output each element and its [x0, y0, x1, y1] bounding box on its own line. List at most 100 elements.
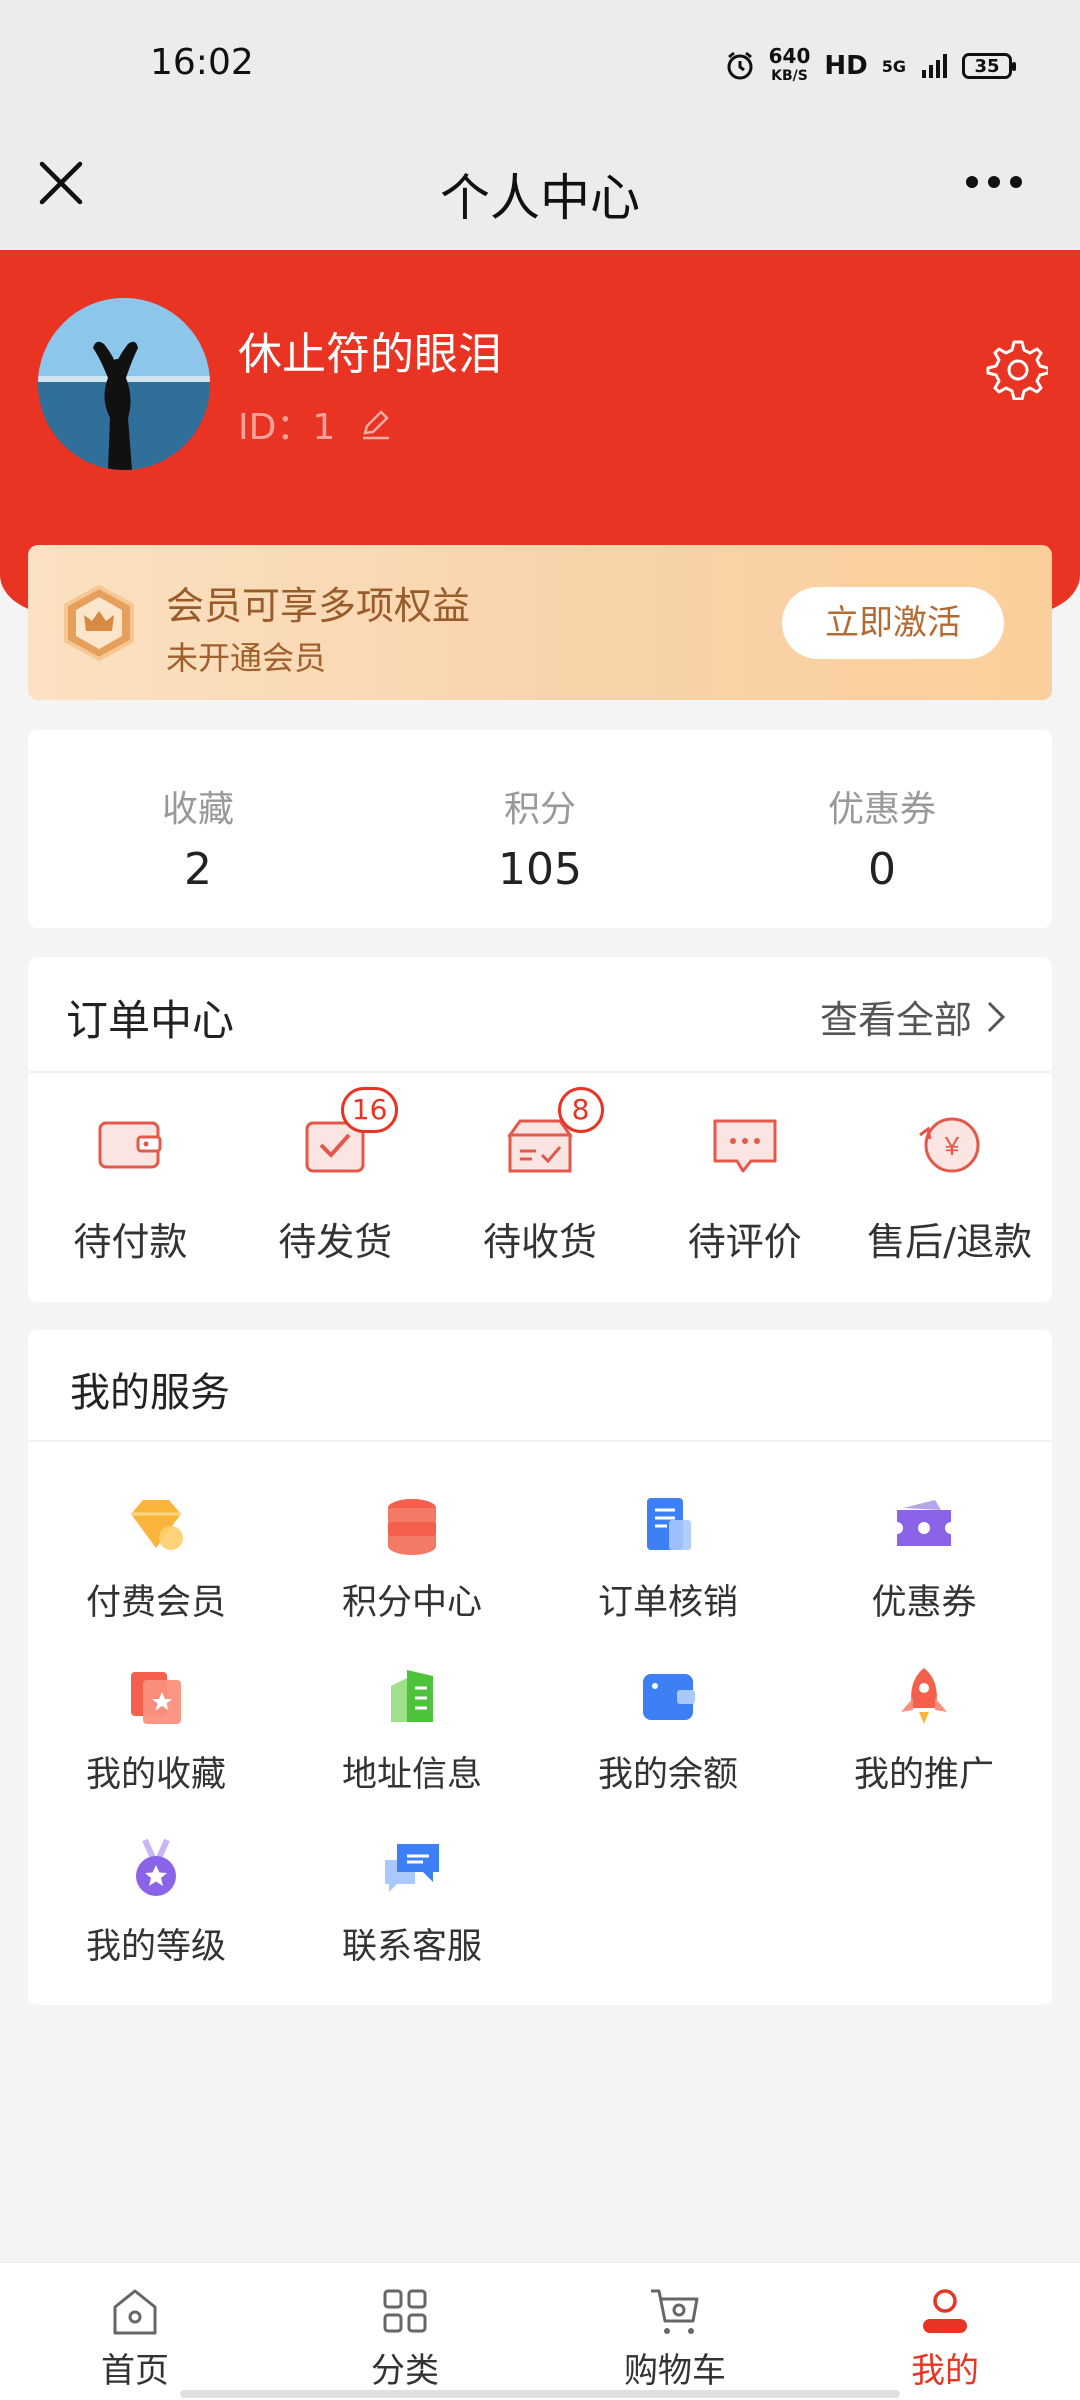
order-item-label: 待付款: [73, 1220, 188, 1264]
avatar[interactable]: [38, 298, 210, 470]
cart-icon: [651, 2289, 699, 2334]
avatar-image: [38, 298, 210, 470]
user-icon: [923, 2289, 967, 2333]
activate-button[interactable]: 立即激活: [782, 587, 1004, 659]
more-icon[interactable]: [964, 170, 1024, 194]
tab-category[interactable]: 分类: [270, 2263, 540, 2400]
document-icon: [647, 1498, 691, 1550]
service-my-level[interactable]: 我的等级: [28, 1834, 284, 2006]
favorite-icon: [131, 1672, 181, 1724]
diamond-icon: [131, 1500, 183, 1550]
divider: [28, 1071, 1052, 1073]
service-label: 付费会员: [85, 1583, 226, 1623]
order-after-sales[interactable]: ¥ 售后/退款: [847, 1105, 1052, 1266]
tab-label: 分类: [371, 2351, 439, 2391]
services-grid: 付费会员 积分中心 订单核销 优惠券 我的收藏 地址信息 我的余额 我的推广 我…: [28, 1490, 1052, 2006]
grid-icon: [383, 2289, 427, 2333]
order-item-label: 待发货: [278, 1220, 393, 1264]
username: 休止符的眼泪: [238, 329, 502, 380]
service-label: 订单核销: [597, 1583, 738, 1623]
refund-icon: ¥: [918, 1117, 980, 1173]
tab-home[interactable]: 首页: [0, 2263, 270, 2400]
service-label: 我的推广: [853, 1755, 994, 1795]
coins-icon: [388, 1499, 436, 1555]
tab-profile[interactable]: 我的: [810, 2263, 1080, 2400]
member-card: 会员可享多项权益 未开通会员 立即激活: [28, 545, 1052, 700]
hd-indicator: HD: [824, 51, 868, 81]
user-id: ID：1: [238, 407, 336, 448]
status-bar: 16:02 640 KB/S HD 5G 35: [0, 0, 1080, 130]
order-pending-receipt[interactable]: 8 待收货: [438, 1087, 643, 1266]
svg-text:¥: ¥: [943, 1131, 959, 1161]
crown-icon: [64, 584, 134, 662]
service-order-verification[interactable]: 订单核销: [540, 1490, 796, 1662]
service-label: 联系客服: [341, 1927, 482, 1967]
order-pending-payment[interactable]: 待付款: [28, 1105, 233, 1266]
order-center: 订单中心 查看全部 待付款 16 待发货 8 待收货 待评价 ¥ 售后/退款: [28, 957, 1052, 1302]
building-icon: [391, 1670, 433, 1722]
service-coupons[interactable]: 优惠券: [796, 1490, 1052, 1662]
service-label: 我的余额: [597, 1755, 738, 1795]
alarm-icon: [727, 51, 753, 80]
stat-label: 积分: [503, 789, 576, 830]
wallet-icon: [98, 1121, 162, 1169]
status-time: 16:02: [150, 42, 254, 83]
service-label: 地址信息: [341, 1755, 482, 1795]
tab-label: 首页: [101, 2351, 169, 2391]
my-services: 我的服务 付费会员 积分中心 订单核销 优惠券 我的收藏 地址信息 我的余额 我…: [28, 1330, 1052, 2005]
stats-card: 收藏 2 积分 105 优惠券 0: [28, 730, 1052, 928]
order-item-label: 待评价: [687, 1220, 802, 1264]
home-indicator: [180, 2390, 900, 2398]
tab-label: 购物车: [624, 2351, 726, 2391]
service-label: 我的收藏: [85, 1755, 226, 1795]
edit-icon[interactable]: [359, 407, 393, 441]
stat-value: 105: [498, 844, 582, 895]
service-my-balance[interactable]: 我的余额: [540, 1662, 796, 1834]
service-paid-member[interactable]: 付费会员: [28, 1490, 284, 1662]
tab-label: 我的: [911, 2351, 979, 2391]
stat-coupons[interactable]: 优惠券 0: [712, 730, 1052, 928]
member-subtitle: 未开通会员: [166, 639, 327, 677]
order-status-list: 待付款 16 待发货 8 待收货 待评价 ¥ 售后/退款: [28, 1087, 1052, 1266]
stat-label: 收藏: [161, 789, 234, 830]
stat-value: 0: [868, 844, 896, 895]
service-label: 优惠券: [871, 1583, 977, 1623]
order-pending-shipment[interactable]: 16 待发货: [233, 1087, 438, 1266]
view-all-orders-link[interactable]: 查看全部: [820, 989, 1006, 1044]
stat-points[interactable]: 积分 105: [368, 730, 712, 928]
stat-label: 优惠券: [827, 789, 936, 830]
service-address-info[interactable]: 地址信息: [284, 1662, 540, 1834]
member-title: 会员可享多项权益: [166, 584, 471, 628]
order-item-label: 售后/退款: [867, 1220, 1032, 1264]
services-title: 我的服务: [70, 1370, 230, 1416]
stat-favorites[interactable]: 收藏 2: [28, 730, 368, 928]
net-speed-unit: KB/S: [771, 68, 808, 84]
order-center-title: 订单中心: [66, 996, 235, 1045]
net-speed: 640 KB/S: [769, 46, 811, 86]
tab-cart[interactable]: 购物车: [540, 2263, 810, 2400]
service-contact-support[interactable]: 联系客服: [284, 1834, 540, 2006]
network-type: 5G: [881, 56, 906, 76]
view-all-label: 查看全部: [819, 998, 972, 1042]
chevron-right-icon: [987, 1001, 1006, 1032]
coupon-icon: [897, 1500, 951, 1546]
order-item-label: 待收货: [482, 1220, 597, 1264]
comment-icon: [713, 1119, 777, 1173]
service-my-promotion[interactable]: 我的推广: [796, 1662, 1052, 1834]
order-pending-review[interactable]: 待评价: [642, 1105, 847, 1266]
chat-icon: [385, 1844, 439, 1892]
status-indicators: 640 KB/S HD 5G 35: [725, 46, 1016, 86]
service-points-center[interactable]: 积分中心: [284, 1490, 540, 1662]
bottom-tab-bar: 首页 分类 购物车 我的: [0, 2262, 1080, 2400]
gear-icon[interactable]: [986, 338, 1048, 400]
rocket-icon: [901, 1668, 947, 1724]
home-icon: [113, 2289, 157, 2335]
title-bar: 个人中心: [0, 130, 1080, 250]
divider: [28, 1440, 1052, 1442]
service-my-favorites[interactable]: 我的收藏: [28, 1662, 284, 1834]
net-speed-value: 640: [768, 44, 811, 68]
stat-value: 2: [184, 844, 212, 895]
signal-icon: [922, 54, 947, 78]
wallet-icon: [643, 1674, 695, 1720]
service-label: 积分中心: [341, 1583, 482, 1623]
